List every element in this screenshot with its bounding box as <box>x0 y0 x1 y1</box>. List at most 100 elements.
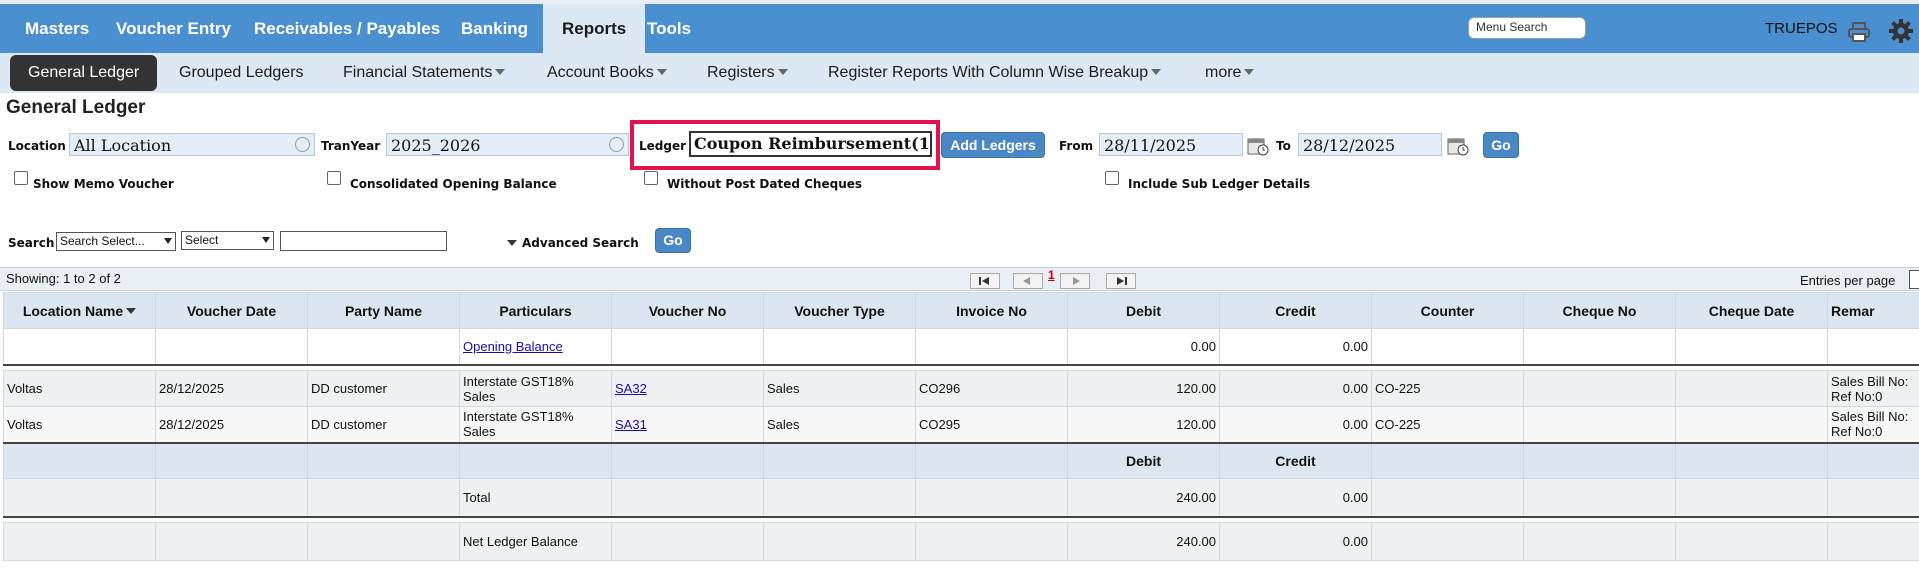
cheque-no-cell <box>1523 370 1676 407</box>
debit-cell: 120.00 <box>1067 370 1220 407</box>
credit-cell: 0.00 <box>1219 406 1372 443</box>
tranyear-label: TranYear <box>321 139 381 153</box>
particulars-cell: Interstate GST18% Sales <box>459 370 612 407</box>
first-page-button[interactable] <box>970 273 1000 289</box>
party-name-cell: DD customer <box>307 370 460 407</box>
without-post-dated-cheques-checkbox[interactable] <box>644 171 658 185</box>
show-memo-voucher-checkbox[interactable] <box>14 171 28 185</box>
ledger-input[interactable]: Coupon Reimbursement(116 <box>689 131 932 157</box>
to-label: To <box>1276 139 1291 153</box>
menu-reports[interactable]: Reports <box>543 4 646 53</box>
include-sub-ledger-details-checkbox[interactable] <box>1105 171 1119 185</box>
search-field-select[interactable]: Search Select... <box>56 232 176 251</box>
previous-page-icon <box>1023 277 1030 285</box>
clear-icon[interactable] <box>609 137 624 152</box>
location-cell: Voltas <box>3 370 156 407</box>
voucher-type-cell: Sales <box>763 370 916 407</box>
counter-cell: CO-225 <box>1371 370 1524 407</box>
opening-balance-link[interactable]: Opening Balance <box>463 339 563 354</box>
net-balance-debit: 240.00 <box>1067 522 1220 561</box>
column-header[interactable]: Party Name <box>307 292 460 329</box>
tab-more[interactable]: more <box>1205 53 1255 93</box>
sub-navigation: General Ledger Grouped Ledgers Financial… <box>0 53 1919 93</box>
search-input[interactable] <box>280 231 447 251</box>
opening-balance-row: Opening Balance 0.00 0.00 <box>3 328 1919 365</box>
tab-registers[interactable]: Registers <box>707 53 788 93</box>
tab-financial-statements[interactable]: Financial Statements <box>343 53 506 93</box>
column-header[interactable]: Location Name <box>3 292 156 329</box>
totals-debit-header: Debit <box>1067 441 1220 479</box>
menu-banking[interactable]: Banking <box>449 4 540 53</box>
column-header[interactable]: Cheque No <box>1523 292 1676 329</box>
first-page-icon <box>979 277 989 285</box>
table-row[interactable]: Voltas 28/12/2025 DD customer Interstate… <box>3 370 1919 407</box>
location-cell: Voltas <box>3 406 156 443</box>
column-header[interactable]: Credit <box>1219 292 1372 329</box>
last-page-icon <box>1117 277 1127 285</box>
voucher-date-cell: 28/12/2025 <box>155 370 308 407</box>
tab-general-ledger[interactable]: General Ledger <box>10 55 158 91</box>
sort-down-icon <box>126 307 137 314</box>
column-header[interactable]: Counter <box>1371 292 1524 329</box>
chevron-down-icon <box>507 240 517 246</box>
calendar-icon[interactable] <box>1247 136 1269 156</box>
voucher-type-cell: Sales <box>763 406 916 443</box>
menu-voucher-entry[interactable]: Voucher Entry <box>104 4 243 53</box>
ledger-table: Location Name Voucher Date Party Name Pa… <box>3 292 1919 561</box>
go-button[interactable]: Go <box>1483 132 1519 158</box>
tab-register-reports[interactable]: Register Reports With Column Wise Breaku… <box>828 53 1162 93</box>
tab-grouped-ledgers[interactable]: Grouped Ledgers <box>179 53 304 93</box>
totals-header-row: Debit Credit <box>3 441 1919 479</box>
net-ledger-balance-row: Net Ledger Balance 240.00 0.00 <box>3 522 1919 561</box>
clear-icon[interactable] <box>295 137 310 152</box>
invoice-no-cell: CO295 <box>915 406 1068 443</box>
column-header[interactable]: Particulars <box>459 292 612 329</box>
column-header[interactable]: Voucher Date <box>155 292 308 329</box>
pager-bar: Showing: 1 to 2 of 2 1 Entries per page <box>0 267 1919 291</box>
chevron-down-icon <box>656 69 667 75</box>
consolidated-opening-balance-checkbox[interactable] <box>327 171 341 185</box>
next-page-button[interactable] <box>1060 273 1090 289</box>
menu-receivables-payables[interactable]: Receivables / Payables <box>242 4 452 53</box>
column-header[interactable]: Invoice No <box>915 292 1068 329</box>
column-header[interactable]: Remar <box>1827 292 1919 329</box>
menu-masters[interactable]: Masters <box>13 4 101 53</box>
search-go-button[interactable]: Go <box>655 228 691 253</box>
to-date-input[interactable]: 28/12/2025 <box>1298 133 1442 156</box>
column-header[interactable]: Voucher Type <box>763 292 916 329</box>
cheque-date-cell <box>1675 406 1828 443</box>
column-header[interactable]: Cheque Date <box>1675 292 1828 329</box>
dropdown-icon <box>164 238 172 244</box>
location-select[interactable]: All Location <box>69 133 315 156</box>
tab-account-books[interactable]: Account Books <box>547 53 667 93</box>
advanced-search-link[interactable]: Advanced Search <box>522 236 639 250</box>
opening-debit: 0.00 <box>1067 328 1220 365</box>
search-condition-select[interactable]: Select <box>181 231 274 250</box>
printer-icon[interactable] <box>1848 22 1870 42</box>
add-ledgers-button[interactable]: Add Ledgers <box>941 132 1045 158</box>
tranyear-select[interactable]: 2025_2026 <box>386 133 629 156</box>
entries-per-page-input[interactable] <box>1909 270 1919 289</box>
chevron-down-icon <box>1151 69 1162 75</box>
entries-per-page-label: Entries per page <box>1800 273 1896 288</box>
previous-page-button[interactable] <box>1013 273 1043 289</box>
gear-icon[interactable] <box>1888 18 1914 44</box>
voucher-date-cell: 28/12/2025 <box>155 406 308 443</box>
table-row[interactable]: Voltas 28/12/2025 DD customer Interstate… <box>3 406 1919 443</box>
location-label: Location <box>8 139 66 153</box>
chevron-down-icon <box>777 69 788 75</box>
current-page-number[interactable]: 1 <box>1048 268 1055 282</box>
voucher-no-link[interactable]: SA31 <box>615 417 647 432</box>
from-date-input[interactable]: 28/11/2025 <box>1099 133 1243 156</box>
next-page-icon <box>1073 277 1080 285</box>
totals-credit-header: Credit <box>1219 441 1372 479</box>
menu-tools[interactable]: Tools <box>635 4 703 53</box>
column-header[interactable]: Debit <box>1067 292 1220 329</box>
menu-search-input[interactable]: Menu Search <box>1468 17 1586 39</box>
calendar-icon[interactable] <box>1447 136 1469 156</box>
ledger-label: Ledger <box>639 139 687 153</box>
last-page-button[interactable] <box>1106 273 1136 289</box>
column-header[interactable]: Voucher No <box>611 292 764 329</box>
net-balance-credit: 0.00 <box>1219 522 1372 561</box>
voucher-no-link[interactable]: SA32 <box>615 381 647 396</box>
